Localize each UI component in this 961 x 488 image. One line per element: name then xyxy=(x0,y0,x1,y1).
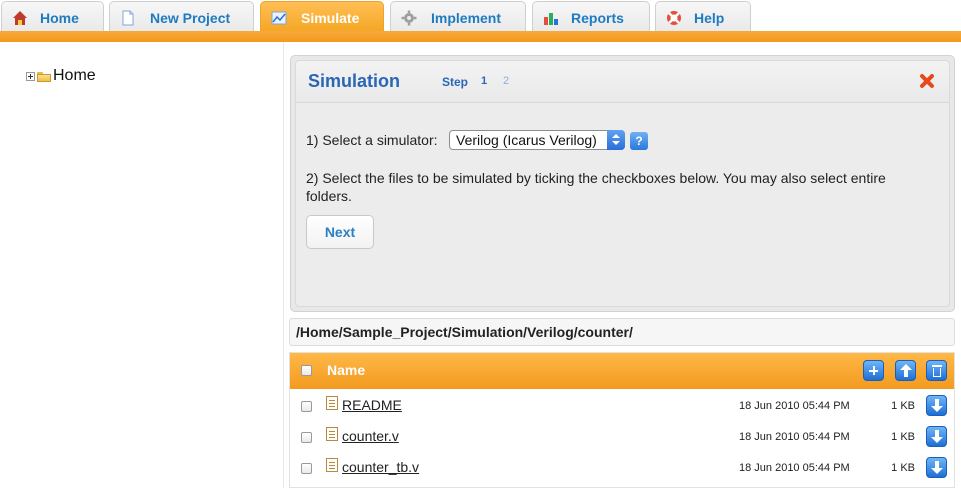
tab-underline-bar xyxy=(0,31,961,42)
tab-home[interactable]: Home xyxy=(1,1,104,32)
simulator-select-value: Verilog (Icarus Verilog) xyxy=(456,132,597,148)
tree-node-label: Home xyxy=(53,67,96,84)
close-icon[interactable] xyxy=(919,73,935,89)
tab-help-label: Help xyxy=(694,10,725,26)
file-size: 1 KB xyxy=(891,462,915,474)
table-row: counter.v 18 Jun 2010 05:44 PM 1 KB xyxy=(290,422,954,452)
file-date: 18 Jun 2010 05:44 PM xyxy=(739,431,850,443)
next-button[interactable]: Next xyxy=(306,215,374,249)
step-1-link[interactable]: 1 xyxy=(481,75,487,87)
simulator-help-button[interactable]: ? xyxy=(630,132,648,150)
row-checkbox[interactable] xyxy=(301,432,312,443)
bar-chart-icon xyxy=(544,13,558,25)
tab-reports-label: Reports xyxy=(571,10,624,26)
file-size: 1 KB xyxy=(891,431,915,443)
file-date: 18 Jun 2010 05:44 PM xyxy=(739,462,850,474)
plus-icon xyxy=(864,361,883,380)
tab-simulate[interactable]: Simulate xyxy=(260,1,384,32)
current-path: /Home/Sample_Project/Simulation/Verilog/… xyxy=(289,318,955,346)
tab-new-project[interactable]: New Project xyxy=(109,1,254,32)
file-table: Name README 18 Jun 2010 05:44 PM 1 KB co… xyxy=(289,352,955,488)
lifebuoy-icon xyxy=(667,11,681,25)
select-all-checkbox[interactable] xyxy=(301,365,312,376)
tab-reports[interactable]: Reports xyxy=(532,1,650,32)
download-button[interactable] xyxy=(926,426,947,447)
step-2-link[interactable]: 2 xyxy=(503,75,509,87)
tree-node-home[interactable]: Home xyxy=(26,67,96,85)
folder-icon xyxy=(37,71,51,82)
simulation-panel-body: Simulation Step 1 2 1) Select a simulato… xyxy=(295,60,950,307)
column-header-name[interactable]: Name xyxy=(327,362,365,378)
table-row: counter_tb.v 18 Jun 2010 05:44 PM 1 KB xyxy=(290,453,954,483)
main-tab-bar: Home New Project Simulate Implement Repo… xyxy=(0,0,961,32)
file-name-link[interactable]: README xyxy=(342,397,402,413)
document-icon xyxy=(122,10,134,26)
file-name-link[interactable]: counter.v xyxy=(342,428,399,444)
text-file-icon xyxy=(326,427,338,441)
download-button[interactable] xyxy=(926,457,947,478)
step-label: Step xyxy=(442,75,469,89)
file-name-link[interactable]: counter_tb.v xyxy=(342,459,419,475)
tab-simulate-label: Simulate xyxy=(301,10,360,26)
files-instruction: 2) Select the files to be simulated by t… xyxy=(306,170,886,204)
delete-button[interactable] xyxy=(926,360,947,381)
tab-implement[interactable]: Implement xyxy=(390,1,526,32)
text-file-icon xyxy=(326,396,338,410)
simulation-panel: Simulation Step 1 2 1) Select a simulato… xyxy=(290,55,955,312)
add-file-button[interactable] xyxy=(863,360,884,381)
file-tree-sidebar: Home xyxy=(0,42,284,488)
text-file-icon xyxy=(326,458,338,472)
file-date: 18 Jun 2010 05:44 PM xyxy=(739,400,850,412)
simulator-select[interactable]: Verilog (Icarus Verilog) xyxy=(449,130,625,150)
row-checkbox[interactable] xyxy=(301,401,312,412)
file-table-header: Name xyxy=(290,353,954,389)
panel-header: Simulation Step 1 2 xyxy=(296,61,949,103)
upload-button[interactable] xyxy=(895,360,916,381)
file-size: 1 KB xyxy=(891,400,915,412)
home-icon xyxy=(13,11,27,25)
row-checkbox[interactable] xyxy=(301,463,312,474)
chart-icon xyxy=(271,11,287,25)
simulator-prompt: 1) Select a simulator: xyxy=(306,132,438,148)
download-button[interactable] xyxy=(926,395,947,416)
table-row: README 18 Jun 2010 05:44 PM 1 KB xyxy=(290,391,954,421)
tab-implement-label: Implement xyxy=(431,10,502,26)
tab-help[interactable]: Help xyxy=(655,1,751,32)
select-arrows-icon xyxy=(607,130,625,150)
panel-title: Simulation xyxy=(308,71,401,91)
expand-icon[interactable] xyxy=(26,71,35,81)
tab-home-label: Home xyxy=(40,10,79,26)
gear-icon xyxy=(401,10,417,26)
tab-new-project-label: New Project xyxy=(150,10,231,26)
